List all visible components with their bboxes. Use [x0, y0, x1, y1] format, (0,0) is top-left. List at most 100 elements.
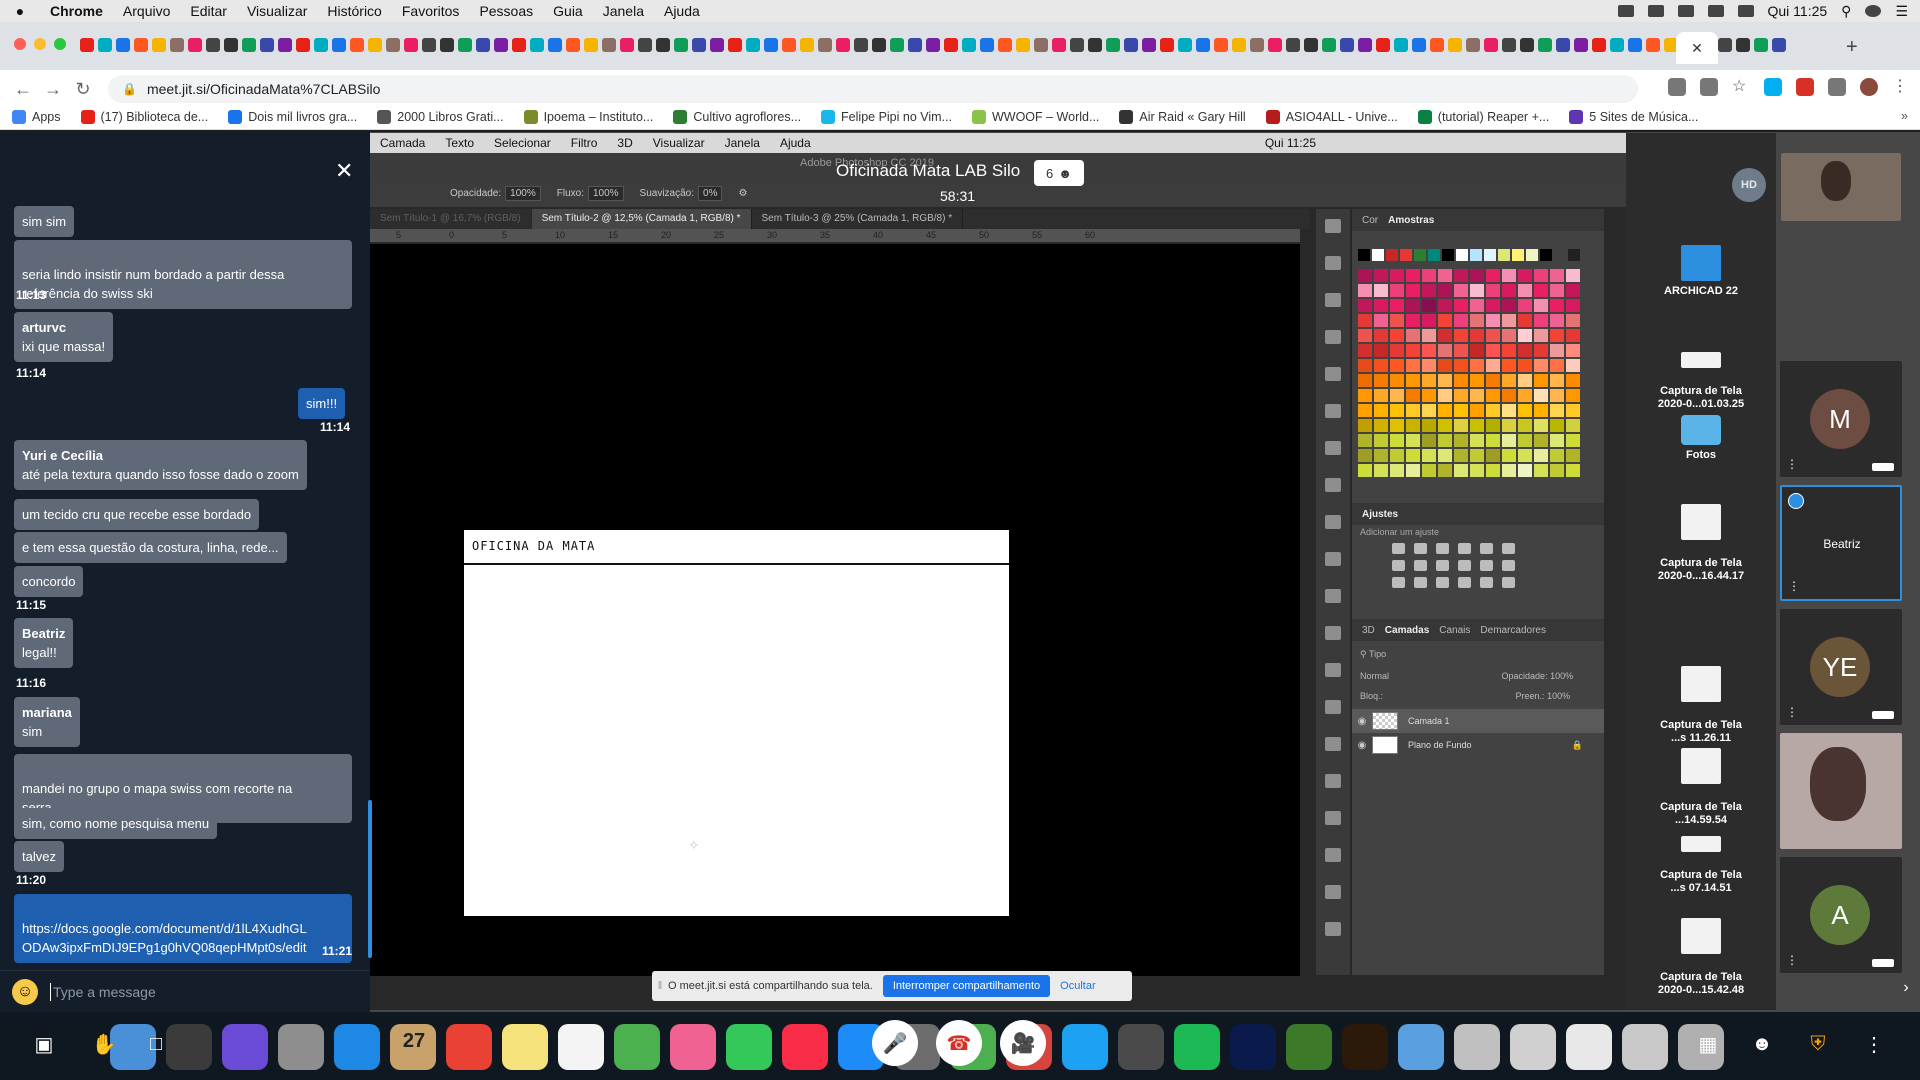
more-actions-icon[interactable]: ⋮: [1856, 1026, 1892, 1062]
tab-favicon-icon[interactable]: [242, 38, 256, 52]
menu-arquivo[interactable]: Arquivo: [113, 3, 180, 19]
siri-icon[interactable]: [1865, 5, 1882, 17]
dock-app-icon[interactable]: [1398, 1024, 1444, 1070]
tab-favicon-icon[interactable]: [782, 38, 796, 52]
adblock-extension-icon[interactable]: [1796, 78, 1814, 96]
tab-favicon-icon[interactable]: [890, 38, 904, 52]
bookmark-star-icon[interactable]: ☆: [1732, 78, 1750, 96]
menu-editar[interactable]: Editar: [180, 3, 237, 19]
tab-favicon-icon[interactable]: [116, 38, 130, 52]
tile-menu-icon[interactable]: ⋮: [1786, 457, 1798, 471]
desktop-file[interactable]: ARCHICAD 22: [1626, 245, 1776, 298]
bookmark-1[interactable]: (17) Biblioteca de...: [80, 109, 208, 124]
menu-ajuda[interactable]: Ajuda: [654, 3, 710, 19]
minimize-window-button[interactable]: [34, 38, 46, 50]
new-tab-button[interactable]: +: [1846, 36, 1858, 59]
forward-button[interactable]: →: [38, 79, 68, 100]
tab-favicon-icon[interactable]: [1520, 38, 1534, 52]
tab-favicon-icon[interactable]: [1610, 38, 1624, 52]
dock-app-icon[interactable]: [670, 1024, 716, 1070]
tab-favicon-icon[interactable]: [620, 38, 634, 52]
back-button[interactable]: ←: [8, 79, 38, 100]
dock-app-icon[interactable]: [1062, 1024, 1108, 1070]
more-bookmarks-icon[interactable]: »: [1901, 109, 1908, 123]
tab-favicon-icon[interactable]: [1754, 38, 1768, 52]
dock-app-icon[interactable]: [614, 1024, 660, 1070]
dock-app-icon[interactable]: [222, 1024, 268, 1070]
tab-favicon-icon[interactable]: [1484, 38, 1498, 52]
skype-extension-icon[interactable]: [1764, 78, 1782, 96]
dock-app-icon[interactable]: [278, 1024, 324, 1070]
tab-favicon-icon[interactable]: [512, 38, 526, 52]
dock-app-icon[interactable]: [1454, 1024, 1500, 1070]
tab-favicon-icon[interactable]: [908, 38, 922, 52]
tab-favicon-icon[interactable]: [980, 38, 994, 52]
tab-favicon-icon[interactable]: [440, 38, 454, 52]
tab-favicon-icon[interactable]: [926, 38, 940, 52]
tab-favicon-icon[interactable]: [98, 38, 112, 52]
screen-share-icon[interactable]: [1677, 5, 1694, 17]
dock-app-icon[interactable]: [1342, 1024, 1388, 1070]
desktop-file[interactable]: Captura de Tela 2020-0...01.03.25: [1626, 339, 1776, 411]
tab-favicon-icon[interactable]: [674, 38, 688, 52]
bookmark-11[interactable]: 5 Sites de Música...: [1569, 109, 1698, 124]
tab-favicon-icon[interactable]: [1718, 38, 1732, 52]
tab-favicon-icon[interactable]: [80, 38, 94, 52]
tab-favicon-icon[interactable]: [836, 38, 850, 52]
menu-pessoas[interactable]: Pessoas: [469, 3, 543, 19]
tab-favicon-icon[interactable]: [458, 38, 472, 52]
participant-tile-m[interactable]: M ⋮: [1780, 361, 1902, 477]
tile-view-icon[interactable]: ▦: [1690, 1026, 1726, 1062]
tile-menu-icon[interactable]: ⋮: [1786, 953, 1798, 967]
tab-favicon-icon[interactable]: [584, 38, 598, 52]
microphone-button[interactable]: 🎤: [872, 1020, 918, 1066]
hangup-button[interactable]: ☎: [936, 1020, 982, 1066]
close-chat-icon[interactable]: ✕: [335, 158, 353, 184]
extensions-puzzle-icon[interactable]: [1828, 78, 1846, 96]
tab-favicon-icon[interactable]: [368, 38, 382, 52]
chat-link-message[interactable]: https://docs.google.com/document/d/1lL4X…: [14, 894, 352, 963]
translate-icon[interactable]: [1700, 78, 1718, 96]
tab-favicon-icon[interactable]: [1232, 38, 1246, 52]
dock-app-icon[interactable]: [334, 1024, 380, 1070]
tab-favicon-icon[interactable]: [800, 38, 814, 52]
tab-favicon-icon[interactable]: [1178, 38, 1192, 52]
tab-favicon-icon[interactable]: [962, 38, 976, 52]
tab-favicon-icon[interactable]: [1142, 38, 1156, 52]
bookmark-3[interactable]: 2000 Libros Grati...: [377, 109, 504, 124]
desktop-file[interactable]: Captura de Tela ...s 07.14.51: [1626, 823, 1776, 895]
tab-favicon-icon[interactable]: [1016, 38, 1030, 52]
tab-favicon-icon[interactable]: [1430, 38, 1444, 52]
tab-favicon-icon[interactable]: [332, 38, 346, 52]
tab-favicon-icon[interactable]: [188, 38, 202, 52]
address-bar[interactable]: 🔒 meet.jit.si/OficinadaMata%7CLABSilo: [108, 75, 1638, 103]
participant-tile-a[interactable]: A ⋮: [1780, 857, 1902, 973]
tab-favicon-icon[interactable]: [1394, 38, 1408, 52]
profile-avatar[interactable]: [1860, 78, 1878, 96]
participant-video-tile[interactable]: [1780, 733, 1902, 849]
tab-favicon-icon[interactable]: [1340, 38, 1354, 52]
menu-favoritos[interactable]: Favoritos: [392, 3, 470, 19]
emoji-picker-icon[interactable]: ☺: [12, 978, 38, 1005]
more-menu-icon[interactable]: ⋮: [1892, 78, 1910, 96]
tab-favicon-icon[interactable]: [872, 38, 886, 52]
tab-favicon-icon[interactable]: [404, 38, 418, 52]
tab-favicon-icon[interactable]: [134, 38, 148, 52]
tab-favicon-icon[interactable]: [1592, 38, 1606, 52]
reload-button[interactable]: ↻: [68, 79, 98, 100]
tab-favicon-icon[interactable]: [386, 38, 400, 52]
dock-app-icon[interactable]: [1286, 1024, 1332, 1070]
bookmark-4[interactable]: Ipoema – Instituto...: [523, 109, 653, 124]
menu-app-name[interactable]: Chrome: [40, 3, 113, 19]
tab-favicon-icon[interactable]: [1538, 38, 1552, 52]
chevron-right-icon[interactable]: ›: [1888, 970, 1920, 1006]
tab-favicon-icon[interactable]: [764, 38, 778, 52]
tab-favicon-icon[interactable]: [998, 38, 1012, 52]
tab-favicon-icon[interactable]: [1214, 38, 1228, 52]
tab-favicon-icon[interactable]: [1304, 38, 1318, 52]
camera-button[interactable]: 🎥: [1000, 1020, 1046, 1066]
desktop-file[interactable]: Captura de Tela ...s 11.26.11: [1626, 653, 1776, 745]
menu-bar-clock[interactable]: Qui 11:25: [1768, 3, 1828, 19]
participant-tile-beatriz[interactable]: Beatriz ⋮: [1780, 485, 1902, 601]
local-user-avatar[interactable]: HD: [1732, 168, 1766, 202]
